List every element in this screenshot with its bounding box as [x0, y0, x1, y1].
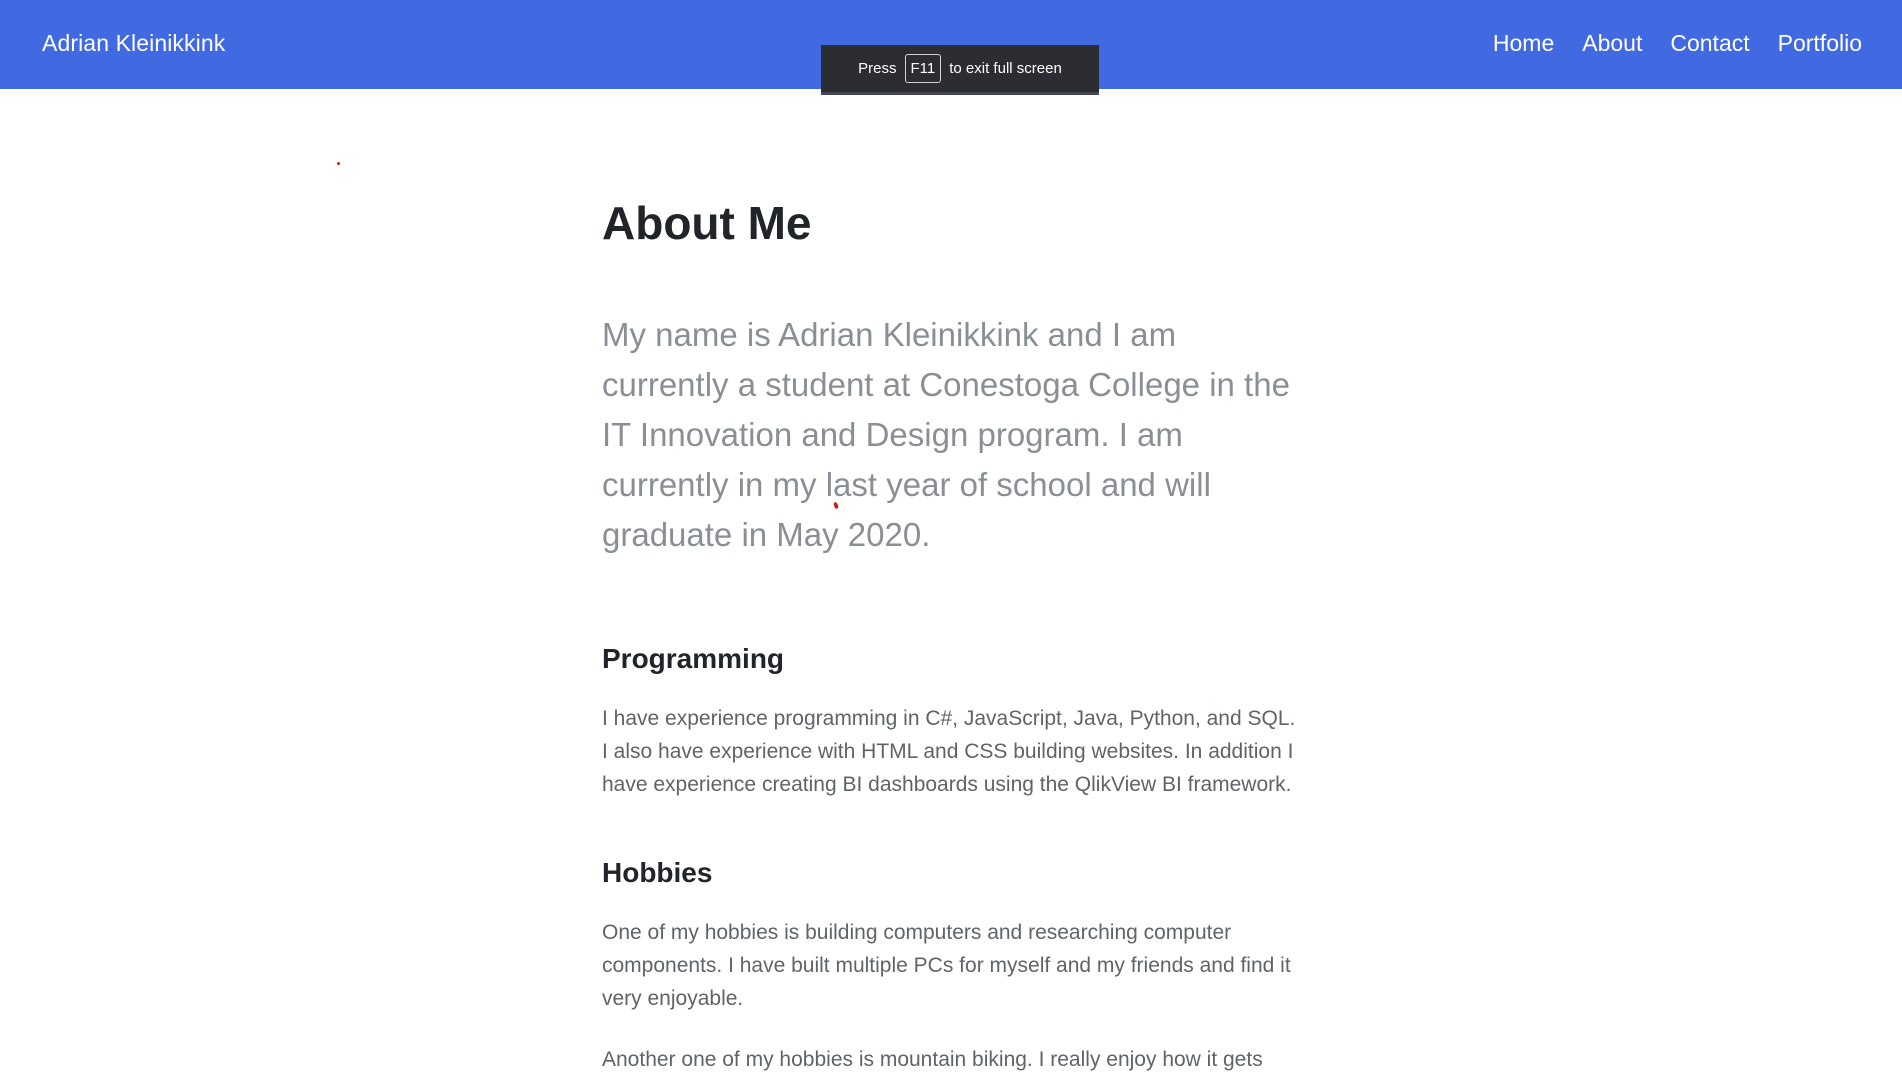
nav-link-contact[interactable]: Contact	[1670, 30, 1749, 57]
fullscreen-toast-prefix: Press	[858, 60, 897, 77]
section-title-programming: Programming	[602, 643, 785, 674]
fullscreen-toast-suffix: to exit full screen	[949, 60, 1062, 77]
nav-links: Home About Contact Portfolio	[1493, 30, 1862, 57]
nav-link-home[interactable]: Home	[1493, 30, 1554, 57]
section-text-programming: I have experience programming in C#, Jav…	[602, 707, 1296, 796]
nav-link-about[interactable]: About	[1582, 30, 1642, 57]
fullscreen-exit-toast: Press F11 to exit full screen	[821, 45, 1099, 95]
lead-paragraph: My name is Adrian Kleinikkink and I am c…	[602, 316, 1290, 553]
stray-mark	[337, 162, 340, 165]
brand-link[interactable]: Adrian Kleinikkink	[42, 30, 225, 57]
section-text-hobbies-2: Another one of my hobbies is mountain bi…	[602, 1048, 1263, 1071]
section-title-hobbies: Hobbies	[602, 857, 713, 888]
page-title: About Me	[602, 197, 812, 249]
fullscreen-toast-key: F11	[904, 54, 942, 83]
nav-link-portfolio[interactable]: Portfolio	[1778, 30, 1862, 57]
section-text-hobbies: One of my hobbies is building computers …	[602, 921, 1291, 1010]
